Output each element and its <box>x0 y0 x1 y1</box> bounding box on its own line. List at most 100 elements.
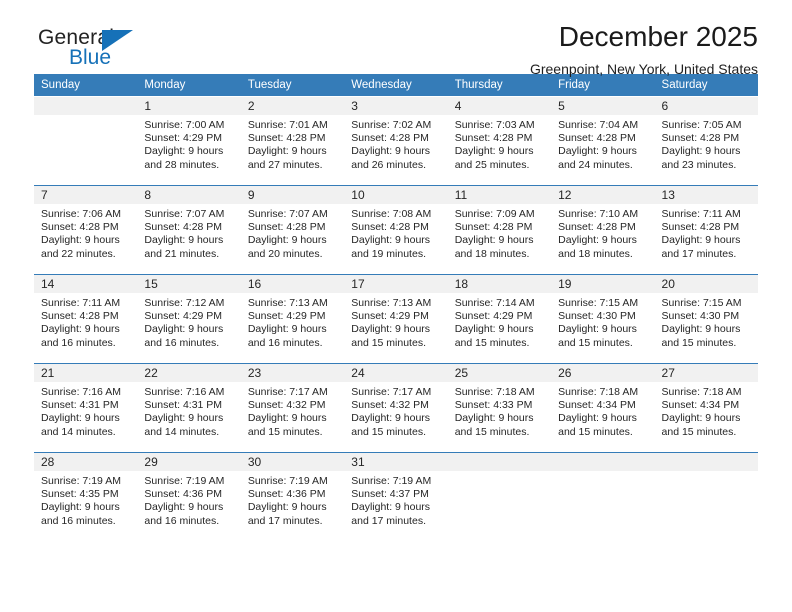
day-number: 27 <box>654 364 758 382</box>
day-cell[interactable]: 19 Sunrise: 7:15 AM Sunset: 4:30 PM Dayligh… <box>551 275 655 363</box>
day-cell[interactable]: 31 Sunrise: 7:19 AM Sunset: 4:37 PM Dayligh… <box>344 453 448 541</box>
sunset-text: Sunset: 4:28 PM <box>247 221 326 234</box>
day-cell[interactable]: 21 Sunrise: 7:16 AM Sunset: 4:31 PM Dayligh… <box>34 364 138 452</box>
day-cell[interactable]: 7 Sunrise: 7:06 AM Sunset: 4:28 PM Daylight… <box>34 186 138 274</box>
sunset-text: Sunset: 4:32 PM <box>351 399 429 412</box>
day-cell-empty <box>34 97 138 185</box>
day-sun-info: Sunrise: 7:08 AM Sunset: 4:28 PM Daylight:… <box>344 204 447 261</box>
title-block: December 2025 Greenpoint, New York, Unit… <box>530 20 758 79</box>
daylight-text: Daylight: 9 hours <box>454 234 534 247</box>
day-number: 8 <box>137 186 241 204</box>
day-cell[interactable]: 6 Sunrise: 7:05 AM Sunset: 4:28 PM Daylight… <box>654 97 758 185</box>
day-cell[interactable]: 11 Sunrise: 7:09 AM Sunset: 4:28 PM Dayligh… <box>447 186 552 274</box>
daylight-text: Daylight: 9 hours <box>144 323 224 336</box>
day-number: 10 <box>344 186 448 204</box>
calendar-cell: 5 Sunrise: 7:04 AM Sunset: 4:28 PM Daylight… <box>551 96 655 186</box>
calendar-cell: 29 Sunrise: 7:19 AM Sunset: 4:36 PM Dayligh… <box>137 452 241 541</box>
day-cell-empty <box>654 453 758 541</box>
daylight-text: Daylight: 9 hours <box>351 234 431 247</box>
day-cell[interactable]: 5 Sunrise: 7:04 AM Sunset: 4:28 PM Daylight… <box>551 97 655 185</box>
daylight-text: Daylight: 9 hours <box>558 145 637 158</box>
calendar-cell: 19 Sunrise: 7:15 AM Sunset: 4:30 PM Dayligh… <box>551 274 655 364</box>
day-number: 28 <box>34 453 138 471</box>
calendar-cell: 2 Sunrise: 7:01 AM Sunset: 4:28 PM Daylight… <box>240 96 345 186</box>
daylight-text: Daylight: 9 hours <box>558 234 637 247</box>
day-cell[interactable]: 17 Sunrise: 7:13 AM Sunset: 4:29 PM Dayligh… <box>344 275 448 363</box>
calendar-cell <box>34 96 138 186</box>
day-cell[interactable]: 8 Sunrise: 7:07 AM Sunset: 4:28 PM Daylight… <box>137 186 241 274</box>
daylight-text: Daylight: 9 hours <box>144 145 224 158</box>
day-sun-info: Sunrise: 7:18 AM Sunset: 4:34 PM Daylight:… <box>551 382 654 439</box>
day-sun-info: Sunrise: 7:15 AM Sunset: 4:30 PM Daylight:… <box>551 293 654 350</box>
day-sun-info: Sunrise: 7:15 AM Sunset: 4:30 PM Daylight:… <box>655 293 758 350</box>
day-cell[interactable]: 23 Sunrise: 7:17 AM Sunset: 4:32 PM Dayligh… <box>240 364 345 452</box>
day-cell[interactable]: 15 Sunrise: 7:12 AM Sunset: 4:29 PM Dayligh… <box>137 275 241 363</box>
daylight-text: Daylight: 9 hours <box>247 501 327 514</box>
day-cell-empty <box>551 453 655 541</box>
daylight-text: and 27 minutes. <box>247 158 323 171</box>
sunrise-text: Sunrise: 7:13 AM <box>247 297 328 309</box>
sunrise-text: Sunrise: 7:19 AM <box>144 475 225 487</box>
calendar-cell: 17 Sunrise: 7:13 AM Sunset: 4:29 PM Dayligh… <box>344 274 448 364</box>
sunrise-text: Sunrise: 7:01 AM <box>247 119 328 131</box>
day-number: 11 <box>447 186 552 204</box>
day-cell[interactable]: 30 Sunrise: 7:19 AM Sunset: 4:36 PM Dayligh… <box>240 453 345 541</box>
day-number: 25 <box>447 364 552 382</box>
day-cell[interactable]: 16 Sunrise: 7:13 AM Sunset: 4:29 PM Dayligh… <box>240 275 345 363</box>
calendar-cell: 31 Sunrise: 7:19 AM Sunset: 4:37 PM Dayligh… <box>344 452 448 541</box>
daylight-text: Daylight: 9 hours <box>454 145 534 158</box>
day-cell[interactable]: 9 Sunrise: 7:07 AM Sunset: 4:28 PM Daylight… <box>240 186 345 274</box>
day-cell[interactable]: 27 Sunrise: 7:18 AM Sunset: 4:34 PM Dayligh… <box>654 364 758 452</box>
day-cell[interactable]: 18 Sunrise: 7:14 AM Sunset: 4:29 PM Dayligh… <box>447 275 552 363</box>
day-cell[interactable]: 3 Sunrise: 7:02 AM Sunset: 4:28 PM Daylight… <box>344 97 448 185</box>
day-cell[interactable]: 24 Sunrise: 7:17 AM Sunset: 4:32 PM Dayligh… <box>344 364 448 452</box>
day-cell[interactable]: 29 Sunrise: 7:19 AM Sunset: 4:36 PM Dayligh… <box>137 453 241 541</box>
sunset-text: Sunset: 4:28 PM <box>351 132 429 145</box>
day-cell[interactable]: 10 Sunrise: 7:08 AM Sunset: 4:28 PM Dayligh… <box>344 186 448 274</box>
sunrise-text: Sunrise: 7:18 AM <box>558 386 639 398</box>
calendar-cell: 7 Sunrise: 7:06 AM Sunset: 4:28 PM Daylight… <box>34 185 138 275</box>
day-sun-info: Sunrise: 7:00 AM Sunset: 4:29 PM Daylight:… <box>137 115 240 172</box>
page-title: December 2025 <box>558 21 758 52</box>
day-cell[interactable]: 26 Sunrise: 7:18 AM Sunset: 4:34 PM Dayligh… <box>551 364 655 452</box>
sunrise-text: Sunrise: 7:07 AM <box>247 208 328 220</box>
day-cell[interactable]: 12 Sunrise: 7:10 AM Sunset: 4:28 PM Dayligh… <box>551 186 655 274</box>
daylight-text: Daylight: 9 hours <box>41 501 120 514</box>
day-cell[interactable]: 22 Sunrise: 7:16 AM Sunset: 4:31 PM Dayligh… <box>137 364 241 452</box>
sunset-text: Sunset: 4:31 PM <box>41 399 119 412</box>
daylight-text: Daylight: 9 hours <box>558 323 637 336</box>
daylight-text: Daylight: 9 hours <box>661 145 741 158</box>
daylight-text: Daylight: 9 hours <box>144 412 224 425</box>
calendar-week-row: 14 Sunrise: 7:11 AM Sunset: 4:28 PM Dayligh… <box>34 274 758 364</box>
sunset-text: Sunset: 4:29 PM <box>144 310 223 323</box>
daylight-text: Daylight: 9 hours <box>661 234 741 247</box>
brand-logo[interactable]: General Blue <box>38 26 218 74</box>
sunrise-text: Sunrise: 7:06 AM <box>41 208 121 220</box>
sunrise-text: Sunrise: 7:19 AM <box>247 475 328 487</box>
sunset-text: Sunset: 4:28 PM <box>41 221 119 234</box>
day-number: 13 <box>654 186 758 204</box>
daylight-text: and 15 minutes. <box>558 425 633 438</box>
daylight-text: Daylight: 9 hours <box>144 501 224 514</box>
day-cell[interactable]: 14 Sunrise: 7:11 AM Sunset: 4:28 PM Dayligh… <box>34 275 138 363</box>
calendar-cell: 13 Sunrise: 7:11 AM Sunset: 4:28 PM Dayligh… <box>654 185 758 275</box>
sunset-text: Sunset: 4:29 PM <box>144 132 223 145</box>
day-sun-info: Sunrise: 7:13 AM Sunset: 4:29 PM Daylight:… <box>344 293 447 350</box>
calendar-cell: 28 Sunrise: 7:19 AM Sunset: 4:35 PM Dayligh… <box>34 452 138 541</box>
day-cell[interactable]: 1 Sunrise: 7:00 AM Sunset: 4:29 PM Daylight… <box>137 97 241 185</box>
calendar-cell: 10 Sunrise: 7:08 AM Sunset: 4:28 PM Dayligh… <box>344 185 448 275</box>
day-cell[interactable]: 25 Sunrise: 7:18 AM Sunset: 4:33 PM Dayligh… <box>447 364 552 452</box>
sunrise-text: Sunrise: 7:03 AM <box>454 119 535 131</box>
day-cell[interactable]: 20 Sunrise: 7:15 AM Sunset: 4:30 PM Dayligh… <box>654 275 758 363</box>
daylight-text: and 16 minutes. <box>41 336 116 349</box>
day-number: 26 <box>551 364 655 382</box>
day-cell[interactable]: 28 Sunrise: 7:19 AM Sunset: 4:35 PM Dayligh… <box>34 453 138 541</box>
day-cell[interactable]: 2 Sunrise: 7:01 AM Sunset: 4:28 PM Daylight… <box>240 97 345 185</box>
day-cell[interactable]: 13 Sunrise: 7:11 AM Sunset: 4:28 PM Dayligh… <box>654 186 758 274</box>
day-cell[interactable]: 4 Sunrise: 7:03 AM Sunset: 4:28 PM Daylight… <box>447 97 552 185</box>
day-sun-info: Sunrise: 7:01 AM Sunset: 4:28 PM Daylight:… <box>241 115 344 172</box>
calendar-cell: 12 Sunrise: 7:10 AM Sunset: 4:28 PM Dayligh… <box>551 185 655 275</box>
sunset-text: Sunset: 4:28 PM <box>144 221 223 234</box>
calendar-cell: 16 Sunrise: 7:13 AM Sunset: 4:29 PM Dayligh… <box>240 274 345 364</box>
day-number: 22 <box>137 364 241 382</box>
